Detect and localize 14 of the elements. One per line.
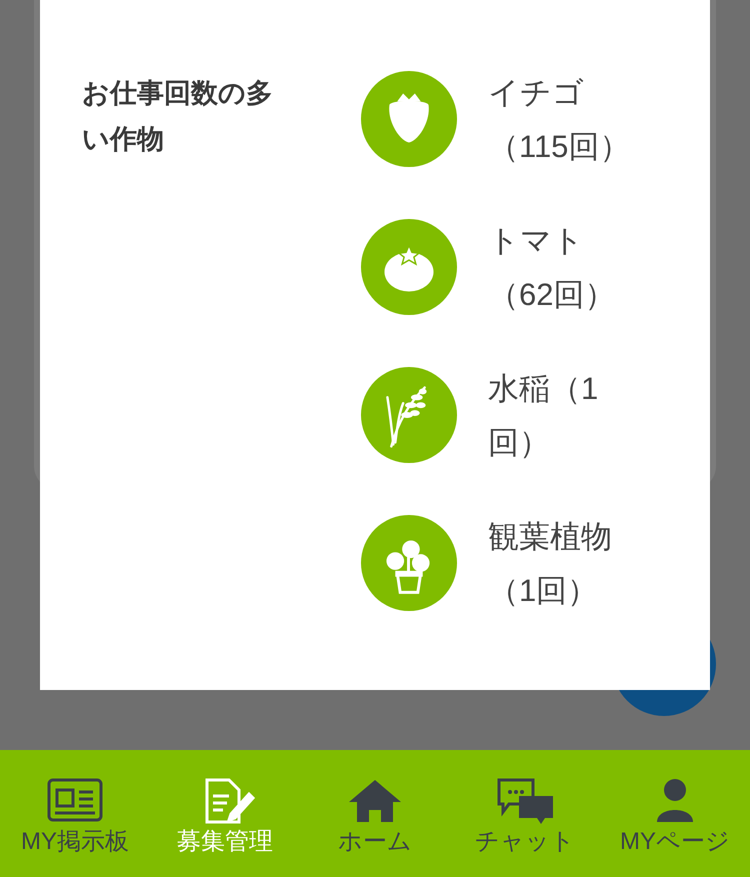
nav-tab[interactable]: 募集管理 — [150, 774, 300, 877]
houseplant-icon — [360, 514, 458, 612]
crop-count: 水稲（1回） — [488, 370, 600, 462]
nav-tab[interactable]: ホーム — [300, 774, 450, 877]
crop-count: トマト（62回） — [488, 222, 616, 314]
nav-tab[interactable]: チャット — [450, 774, 600, 877]
rice-icon — [360, 366, 458, 464]
strawberry-icon — [360, 70, 458, 168]
section-heading: お仕事回数の多い作物 — [82, 77, 274, 156]
nav-tab[interactable]: MYページ — [600, 774, 750, 877]
tomato-icon — [360, 218, 458, 316]
crop-count: 観葉植物（1回） — [488, 518, 613, 610]
crop-count: イチゴ（115回） — [488, 74, 632, 166]
nav-tab[interactable]: MY掲示板 — [0, 774, 150, 877]
